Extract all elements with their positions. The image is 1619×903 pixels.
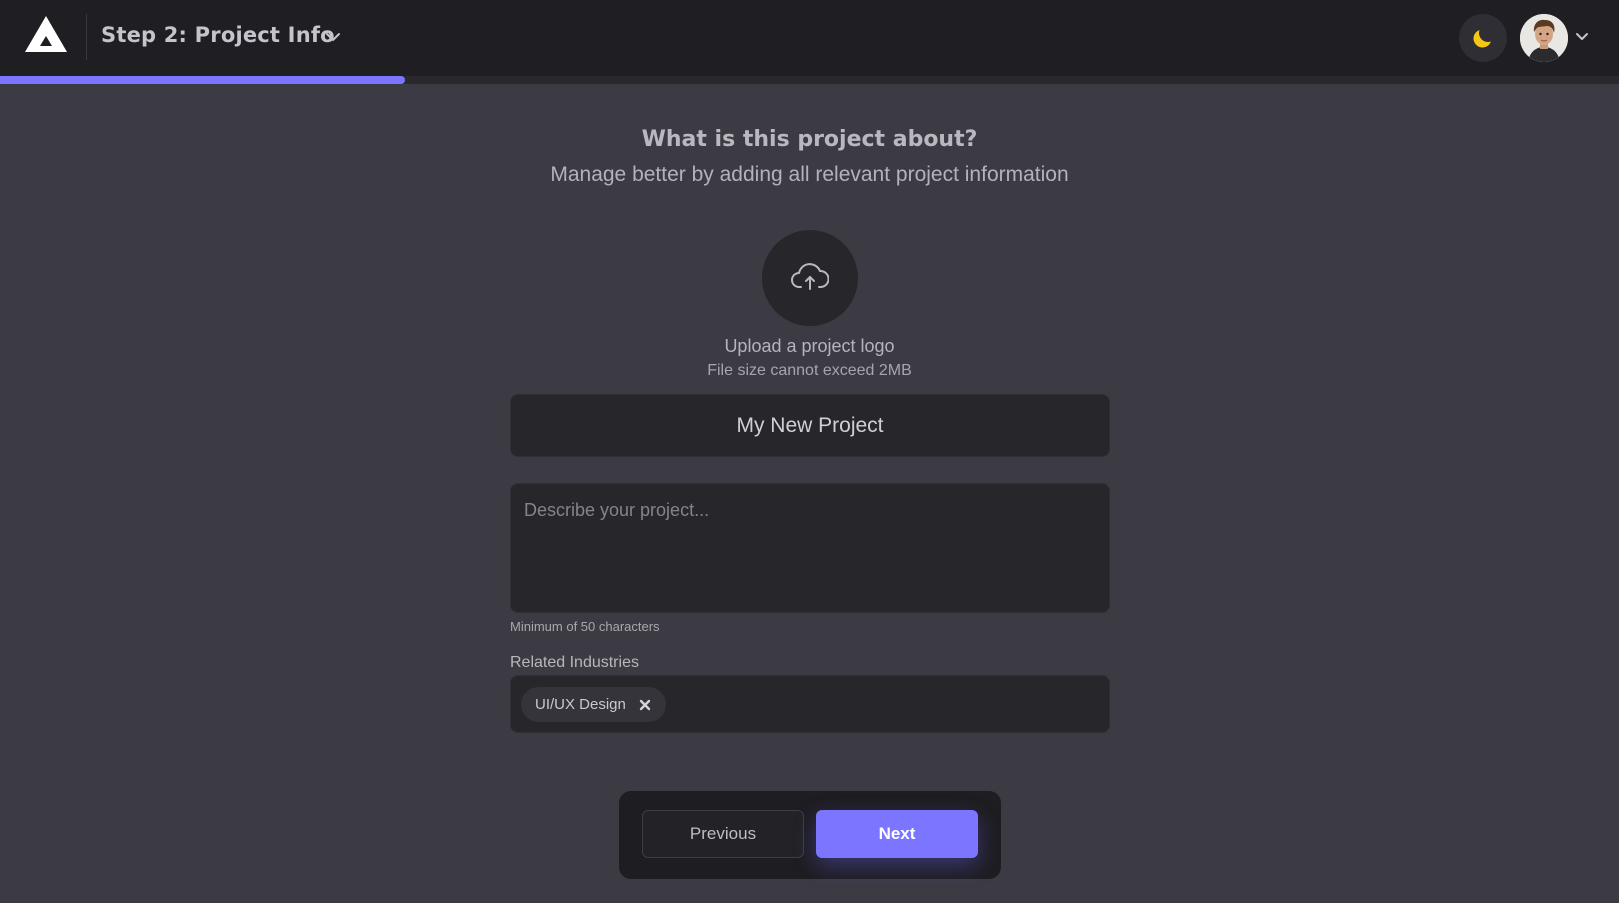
close-icon[interactable] xyxy=(638,698,652,712)
page-title: What is this project about? xyxy=(641,127,978,152)
project-name-input[interactable] xyxy=(510,394,1110,457)
upload-label: Upload a project logo xyxy=(724,336,895,356)
industry-tag: UI/UX Design xyxy=(521,687,666,722)
progress-bar-fill xyxy=(0,76,405,84)
step-title[interactable]: Step 2: Project Info xyxy=(101,23,335,47)
next-button[interactable]: Next xyxy=(816,810,978,858)
wizard-navigation: Previous Next xyxy=(619,791,1001,879)
moon-icon xyxy=(1473,30,1491,48)
theme-toggle-button[interactable] xyxy=(1459,14,1507,62)
logo-upload-button[interactable] xyxy=(762,230,858,326)
progress-bar xyxy=(0,76,1619,84)
avatar[interactable] xyxy=(1520,14,1568,62)
previous-button[interactable]: Previous xyxy=(642,810,804,858)
cloud-upload-icon xyxy=(791,263,829,290)
top-bar: Step 2: Project Info xyxy=(0,0,1619,76)
triangle-logo-icon[interactable] xyxy=(24,14,68,54)
page-subtitle: Manage better by adding all relevant pro… xyxy=(550,163,1069,186)
description-hint: Minimum of 50 characters xyxy=(510,619,660,634)
header-divider xyxy=(86,14,87,60)
industry-tag-label: UI/UX Design xyxy=(535,696,626,713)
avatar-portrait xyxy=(1520,14,1568,62)
industries-label: Related Industries xyxy=(510,654,639,671)
upload-hint: File size cannot exceed 2MB xyxy=(707,362,912,379)
chevron-down-icon[interactable] xyxy=(324,28,342,46)
industries-input[interactable]: UI/UX Design xyxy=(510,675,1110,733)
project-description-input[interactable] xyxy=(510,483,1110,613)
chevron-down-icon[interactable] xyxy=(1574,29,1590,45)
